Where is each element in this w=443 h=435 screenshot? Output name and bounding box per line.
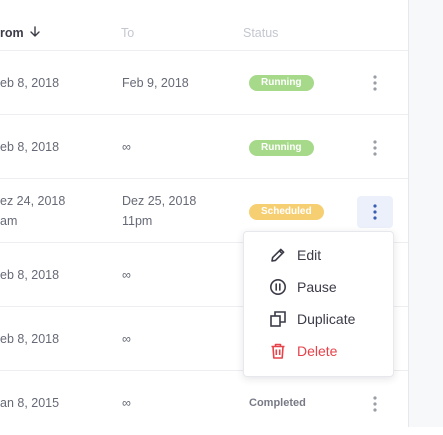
from-date: ez 24, 2018 — [0, 194, 66, 208]
from-date: eb 8, 2018 — [0, 332, 60, 346]
row-actions-button[interactable] — [357, 388, 393, 420]
menu-item-pause-label: Pause — [297, 279, 337, 295]
row-actions-button[interactable] — [357, 132, 393, 164]
menu-item-edit-label: Edit — [297, 247, 322, 263]
to-date: ∞ — [122, 396, 131, 410]
column-header-to[interactable]: To — [121, 26, 134, 40]
to-date: Dez 25, 2018 — [122, 194, 197, 208]
table-row[interactable]: eb 8, 2018 ∞ Running — [0, 114, 408, 179]
more-vertical-icon — [373, 204, 377, 220]
trash-icon — [268, 341, 288, 361]
column-header-from[interactable]: rom — [0, 26, 40, 40]
status-badge: Running — [249, 140, 314, 156]
to-date: Feb 9, 2018 — [122, 76, 189, 90]
duplicate-icon — [268, 309, 288, 329]
to-time: 11pm — [122, 214, 153, 228]
more-vertical-icon — [373, 396, 377, 412]
row-actions-button[interactable] — [357, 67, 393, 99]
menu-item-edit[interactable]: Edit — [268, 244, 321, 266]
status-badge: Scheduled — [249, 204, 324, 220]
more-vertical-icon — [373, 75, 377, 91]
sort-descending-icon — [29, 26, 40, 40]
pencil-icon — [268, 245, 288, 265]
from-date: eb 8, 2018 — [0, 140, 60, 154]
menu-item-duplicate-label: Duplicate — [297, 311, 356, 327]
status-text: Completed — [249, 397, 306, 409]
to-date: ∞ — [122, 140, 131, 154]
row-actions-menu: Edit Pause Duplicate Delete — [243, 231, 394, 377]
status-badge: Running — [249, 75, 314, 91]
pause-circle-icon — [268, 277, 288, 297]
to-date: ∞ — [122, 332, 131, 346]
table-row[interactable]: eb 8, 2018 Feb 9, 2018 Running — [0, 50, 408, 115]
table-row[interactable]: an 8, 2015 ∞ Completed — [0, 370, 408, 435]
from-date: an 8, 2015 — [0, 396, 60, 410]
menu-item-pause[interactable]: Pause — [268, 276, 337, 298]
column-header-status[interactable]: Status — [243, 26, 278, 40]
menu-item-delete-label: Delete — [297, 343, 338, 359]
more-vertical-icon — [373, 140, 377, 156]
right-side-panel — [408, 0, 443, 427]
from-date: eb 8, 2018 — [0, 268, 60, 282]
row-actions-button[interactable] — [357, 196, 393, 228]
menu-item-duplicate[interactable]: Duplicate — [268, 308, 355, 330]
from-date: eb 8, 2018 — [0, 76, 60, 90]
from-time: am — [0, 214, 18, 228]
column-header-from-label: rom — [0, 26, 24, 40]
menu-item-delete[interactable]: Delete — [268, 340, 337, 362]
to-date: ∞ — [122, 268, 131, 282]
